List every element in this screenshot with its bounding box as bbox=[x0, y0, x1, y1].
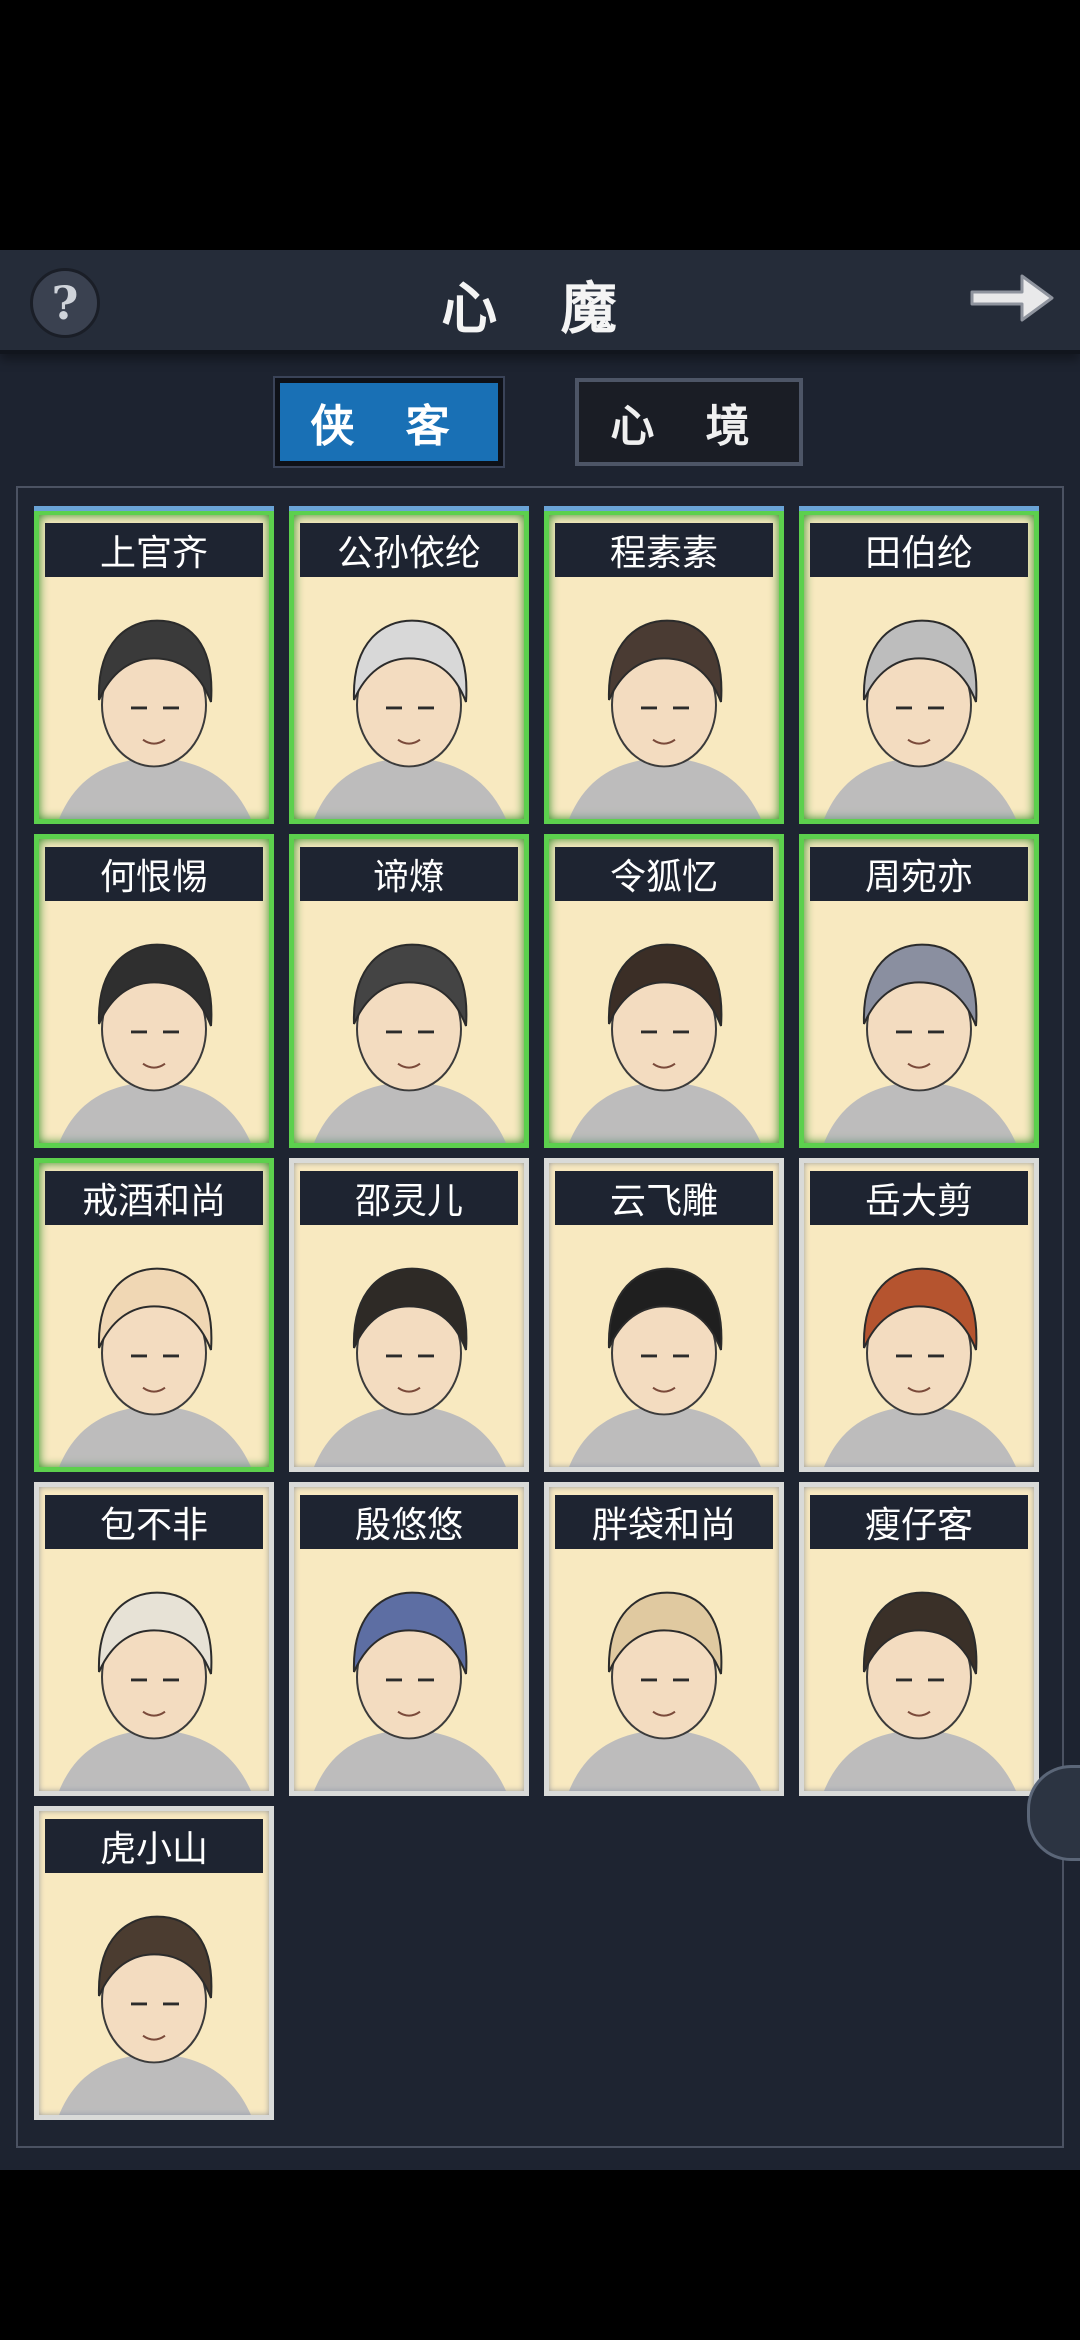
arrow-right-icon[interactable] bbox=[966, 264, 1058, 332]
character-name: 胖袋和尚 bbox=[555, 1495, 773, 1549]
character-card[interactable]: 上官齐 bbox=[34, 506, 274, 824]
character-name: 岳大剪 bbox=[810, 1171, 1028, 1225]
character-name: 殷悠悠 bbox=[300, 1495, 518, 1549]
app-body: ? 心 魔 侠 客 心 境 上官齐 公孙依纶 程素素 田伯纶何恨惕 谛燎 令狐忆 周宛亦戒酒… bbox=[0, 250, 1080, 2170]
character-portrait bbox=[294, 1229, 524, 1467]
character-card[interactable]: 程素素 bbox=[544, 506, 784, 824]
character-portrait bbox=[804, 1229, 1034, 1467]
character-card[interactable]: 田伯纶 bbox=[799, 506, 1039, 824]
card-top-accent bbox=[34, 506, 274, 511]
character-portrait bbox=[804, 1553, 1034, 1791]
character-name: 包不非 bbox=[45, 1495, 263, 1549]
character-name: 何恨惕 bbox=[45, 847, 263, 901]
character-card[interactable]: 何恨惕 bbox=[34, 834, 274, 1148]
character-portrait bbox=[39, 1553, 269, 1791]
character-portrait bbox=[39, 581, 269, 819]
character-card[interactable]: 戒酒和尚 bbox=[34, 1158, 274, 1472]
character-name: 上官齐 bbox=[45, 523, 263, 577]
character-portrait bbox=[294, 1553, 524, 1791]
character-name: 公孙依纶 bbox=[300, 523, 518, 577]
character-name: 周宛亦 bbox=[810, 847, 1028, 901]
character-card[interactable]: 岳大剪 bbox=[799, 1158, 1039, 1472]
character-card[interactable]: 公孙依纶 bbox=[289, 506, 529, 824]
character-card[interactable]: 胖袋和尚 bbox=[544, 1482, 784, 1796]
card-top-accent bbox=[289, 506, 529, 511]
character-card[interactable]: 虎小山 bbox=[34, 1806, 274, 2120]
character-portrait bbox=[294, 905, 524, 1143]
header-bar: ? 心 魔 bbox=[0, 250, 1080, 354]
character-panel: 上官齐 公孙依纶 程素素 田伯纶何恨惕 谛燎 令狐忆 周宛亦戒酒和尚 邵灵儿 云飞雕 岳大剪包不非… bbox=[16, 486, 1064, 2148]
character-card[interactable]: 瘦仔客 bbox=[799, 1482, 1039, 1796]
character-portrait bbox=[804, 581, 1034, 819]
character-card[interactable]: 云飞雕 bbox=[544, 1158, 784, 1472]
character-portrait bbox=[549, 1553, 779, 1791]
tab-heroes[interactable]: 侠 客 bbox=[275, 378, 503, 466]
character-card[interactable]: 周宛亦 bbox=[799, 834, 1039, 1148]
character-portrait bbox=[549, 581, 779, 819]
character-name: 瘦仔客 bbox=[810, 1495, 1028, 1549]
character-portrait bbox=[549, 1229, 779, 1467]
character-name: 田伯纶 bbox=[810, 523, 1028, 577]
character-name: 云飞雕 bbox=[555, 1171, 773, 1225]
page-title: 心 魔 bbox=[441, 276, 639, 342]
character-name: 程素素 bbox=[555, 523, 773, 577]
character-name: 虎小山 bbox=[45, 1819, 263, 1873]
character-name: 邵灵儿 bbox=[300, 1171, 518, 1225]
character-portrait bbox=[549, 905, 779, 1143]
character-card[interactable]: 殷悠悠 bbox=[289, 1482, 529, 1796]
character-portrait bbox=[39, 905, 269, 1143]
card-top-accent bbox=[544, 506, 784, 511]
character-name: 令狐忆 bbox=[555, 847, 773, 901]
card-top-accent bbox=[799, 506, 1039, 511]
character-portrait bbox=[39, 1229, 269, 1467]
character-card[interactable]: 包不非 bbox=[34, 1482, 274, 1796]
screen: ? 心 魔 侠 客 心 境 上官齐 公孙依纶 程素素 田伯纶何恨惕 谛燎 令狐忆 周宛亦戒酒… bbox=[0, 0, 1080, 2340]
character-portrait bbox=[804, 905, 1034, 1143]
character-card[interactable]: 谛燎 bbox=[289, 834, 529, 1148]
character-name: 谛燎 bbox=[300, 847, 518, 901]
character-card[interactable]: 令狐忆 bbox=[544, 834, 784, 1148]
character-portrait bbox=[39, 1877, 269, 2115]
tab-mindstate[interactable]: 心 境 bbox=[575, 378, 803, 466]
character-name: 戒酒和尚 bbox=[45, 1171, 263, 1225]
character-portrait bbox=[294, 581, 524, 819]
character-card[interactable]: 邵灵儿 bbox=[289, 1158, 529, 1472]
